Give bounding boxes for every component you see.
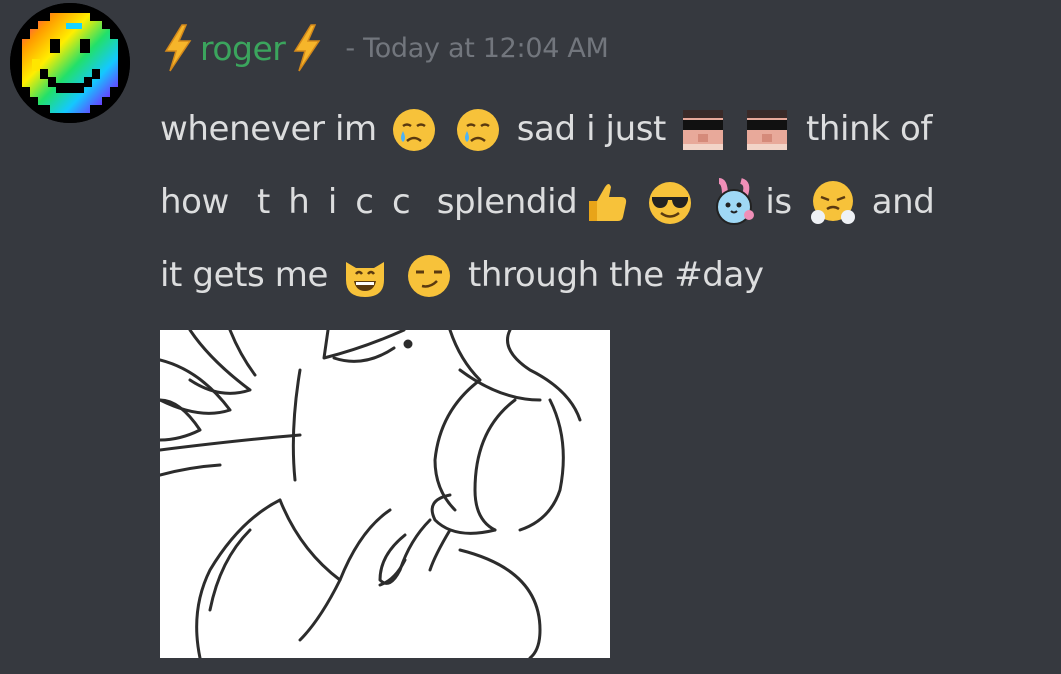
lightning-bolt-icon — [289, 23, 323, 73]
smiling-face-with-sunglasses-emoji[interactable] — [645, 177, 695, 227]
bunny-custom-emoji[interactable] — [709, 177, 759, 227]
sunglasses-face-custom-emoji[interactable] — [678, 104, 728, 154]
message-text: sad i just — [516, 108, 667, 149]
message-text: think of — [805, 108, 932, 149]
chat-message: roger - Today at 12:04 AM whenever im sa… — [0, 0, 1061, 674]
face-with-steam-emoji[interactable] — [808, 177, 858, 227]
sunglasses-face-custom-emoji[interactable] — [742, 104, 792, 154]
message-text: how — [160, 181, 229, 222]
rainbow-pixel-smiley-icon — [10, 3, 130, 123]
grinning-cat-emoji[interactable] — [340, 250, 390, 300]
image-attachment[interactable] — [160, 330, 610, 658]
message-line: how thicc splendid is and — [160, 165, 1050, 238]
message-text: splendid — [436, 181, 578, 222]
crying-face-emoji[interactable] — [389, 104, 439, 154]
message-timestamp[interactable]: - Today at 12:04 AM — [345, 33, 608, 64]
lightning-bolt-icon — [160, 23, 194, 73]
message-text: thicc — [256, 181, 429, 222]
author-username[interactable]: roger — [200, 29, 286, 68]
crying-face-emoji[interactable] — [453, 104, 503, 154]
sketch-image — [160, 330, 582, 658]
smirking-face-emoji[interactable] — [404, 250, 454, 300]
message-line: it gets me through the #day — [160, 238, 1050, 311]
message-header: roger - Today at 12:04 AM — [160, 18, 609, 78]
message-content: whenever im sad i just think of how thic… — [160, 92, 1050, 311]
message-text: whenever im — [160, 108, 377, 149]
message-text: through the #day — [467, 254, 764, 295]
message-text: and — [871, 181, 935, 222]
message-text: it gets me — [160, 254, 328, 295]
message-text: is — [765, 181, 792, 222]
user-avatar[interactable] — [10, 3, 130, 123]
thumbs-up-emoji[interactable] — [581, 177, 631, 227]
message-line: whenever im sad i just think of — [160, 92, 1050, 165]
